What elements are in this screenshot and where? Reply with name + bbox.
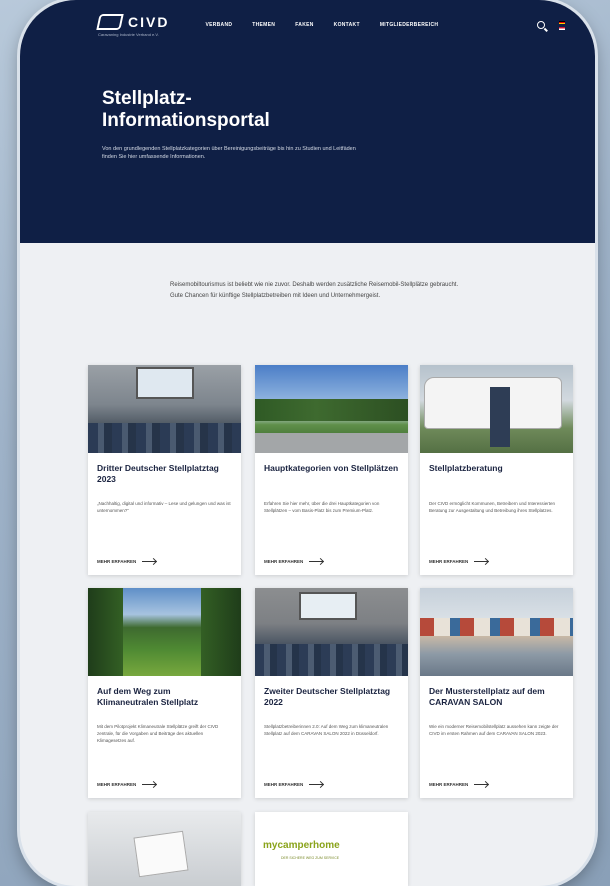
nav-item-fakten[interactable]: FAKEN (295, 22, 313, 28)
card-title: Der Musterstellplatz auf dem CARAVAN SAL… (429, 686, 545, 708)
page-title-line1: Stellplatz- (102, 88, 192, 109)
mycamperhome-tagline: DER SICHERE WEG ZUM SERVICE (281, 856, 340, 860)
civd-logo[interactable]: CIVD Caravaning Industrie Verband e.V. (96, 13, 170, 37)
card-title: Zweiter Deutscher Stellplatztag 2022 (264, 686, 391, 708)
read-more-link[interactable]: MEHR ERFAHREN (97, 782, 157, 787)
card-image-document (88, 812, 241, 886)
arrow-right-icon (309, 783, 324, 786)
main-nav: CIVD Caravaning Industrie Verband e.V. V… (96, 10, 565, 40)
card-partial-document[interactable] (88, 812, 241, 886)
english-flag-icon[interactable] (559, 26, 565, 30)
logo-tagline: Caravaning Industrie Verband e.V. (98, 31, 159, 37)
read-more-link[interactable]: MEHR ERFAHREN (264, 782, 324, 787)
card-hauptkategorien[interactable]: Hauptkategorien von Stellplätzen Erfahre… (255, 365, 408, 575)
arrow-right-icon (474, 783, 489, 786)
card-image-valley (88, 588, 241, 676)
card-image-fair (420, 588, 573, 676)
arrow-right-icon (142, 560, 157, 563)
card-description: „Nachhaltig, digital und informativ – Le… (97, 501, 231, 513)
card-description: Erfahren Sie hier mehr, über die drei Ha… (264, 501, 380, 513)
card-klimaneutral[interactable]: Auf dem Weg zum Klimaneutralen Stellplat… (88, 588, 241, 798)
read-more-label: MEHR ERFAHREN (97, 782, 137, 787)
card-title: Stellplatzberatung (429, 463, 503, 473)
arrow-right-icon (142, 783, 157, 786)
card-musterstellplatz[interactable]: Der Musterstellplatz auf dem CARAVAN SAL… (420, 588, 573, 798)
card-description: Mit dem Pilotprojekt Klimaneutrale Stell… (97, 724, 219, 743)
read-more-link[interactable]: MEHR ERFAHREN (264, 559, 324, 564)
language-switcher[interactable] (559, 20, 565, 30)
card-description: Stellplatzbetreiberinnen 2.0: Auf dem We… (264, 724, 389, 736)
card-title: Dritter Deutscher Stellplatztag 2023 (97, 463, 219, 485)
card-title: Auf dem Weg zum Klimaneutralen Stellplat… (97, 686, 199, 708)
read-more-label: MEHR ERFAHREN (264, 559, 304, 564)
card-image-conference (88, 365, 241, 453)
card-description: Wie ein moderner Reisemobilstellplatz au… (429, 724, 559, 736)
card-stellplatztag-2023[interactable]: Dritter Deutscher Stellplatztag 2023 „Na… (88, 365, 241, 575)
nav-item-mitgliederbereich[interactable]: MITGLIEDERBEREICH (380, 22, 438, 28)
civd-logo-icon (96, 13, 124, 30)
mycamperhome-logo: mycamperhome (263, 840, 340, 851)
card-description: Der CIVD ermöglicht Kommunen, Betreibern… (429, 501, 556, 513)
read-more-link[interactable]: MEHR ERFAHREN (97, 559, 157, 564)
search-icon[interactable] (537, 21, 545, 29)
nav-item-themen[interactable]: THEMEN (252, 22, 275, 28)
card-stellplatztag-2022[interactable]: Zweiter Deutscher Stellplatztag 2022 Ste… (255, 588, 408, 798)
card-image-audience (255, 588, 408, 676)
page-title: Stellplatz- Informationsportal (102, 88, 270, 132)
hero-section: CIVD Caravaning Industrie Verband e.V. V… (20, 0, 595, 243)
card-partial-mycamperhome[interactable]: mycamperhome DER SICHERE WEG ZUM SERVICE (255, 812, 408, 886)
intro-text: Reisemobiltourismus ist beliebt wie nie … (170, 282, 459, 299)
card-image-motorhome (420, 365, 573, 453)
german-flag-icon[interactable] (559, 20, 565, 24)
page-title-line2: Informationsportal (102, 109, 270, 131)
read-more-label: MEHR ERFAHREN (429, 782, 469, 787)
hero-description: Von den grundlegenden Stellplatzkategori… (102, 146, 356, 161)
browser-frame: CIVD Caravaning Industrie Verband e.V. V… (20, 0, 595, 886)
read-more-label: MEHR ERFAHREN (97, 559, 137, 564)
nav-item-kontakt[interactable]: KONTAKT (334, 22, 360, 28)
read-more-label: MEHR ERFAHREN (429, 559, 469, 564)
arrow-right-icon (474, 560, 489, 563)
nav-menu: VERBAND THEMEN FAKEN KONTAKT MITGLIEDERB… (205, 22, 438, 28)
read-more-label: MEHR ERFAHREN (264, 782, 304, 787)
read-more-link[interactable]: MEHR ERFAHREN (429, 782, 489, 787)
nav-item-verband[interactable]: VERBAND (205, 22, 232, 28)
arrow-right-icon (309, 560, 324, 563)
card-image-campsite (255, 365, 408, 453)
read-more-link[interactable]: MEHR ERFAHREN (429, 559, 489, 564)
logo-text: CIVD (128, 13, 170, 30)
card-stellplatzberatung[interactable]: Stellplatzberatung Der CIVD ermöglicht K… (420, 365, 573, 575)
card-title: Hauptkategorien von Stellplätzen (264, 463, 399, 473)
